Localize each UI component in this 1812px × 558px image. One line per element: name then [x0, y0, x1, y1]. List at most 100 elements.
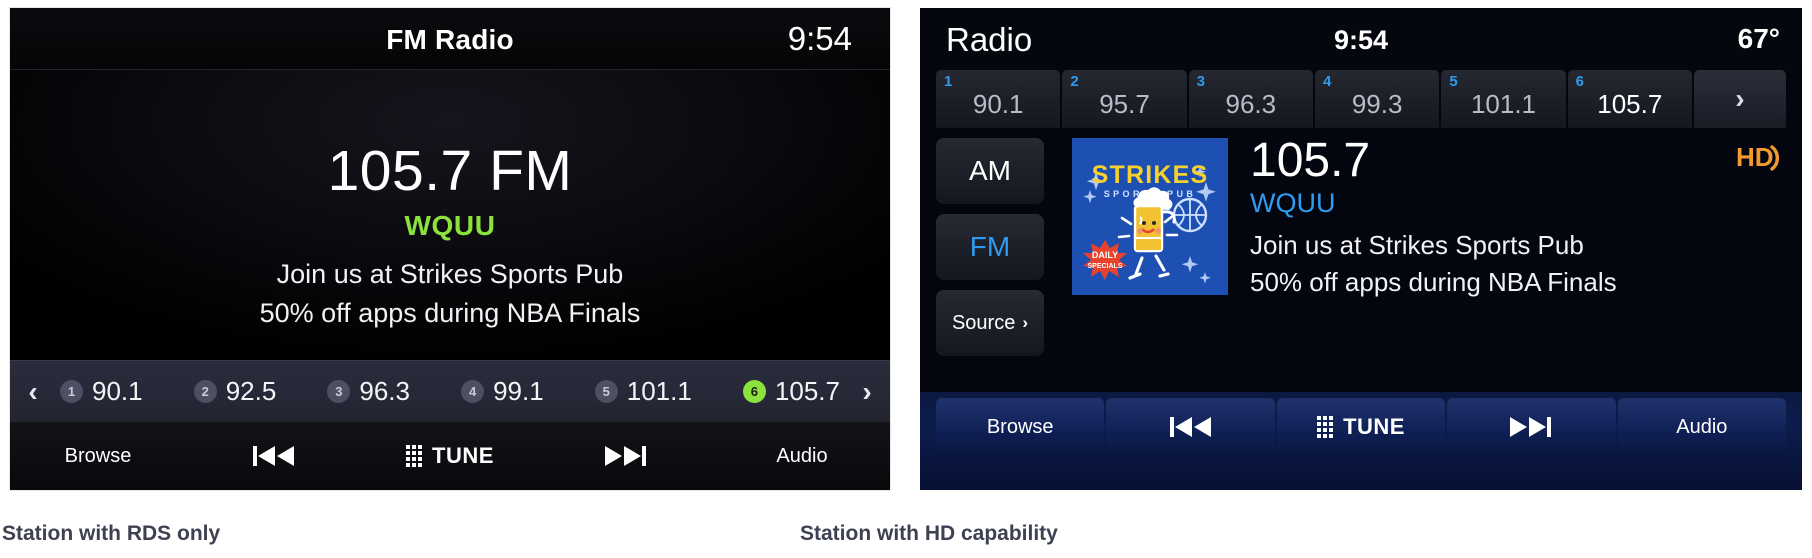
caption-left: Station with RDS only: [2, 522, 221, 545]
hd-radio-screen: Radio 9:54 67° 1 90.1 2 95.7 3 96.3 4 99.3 5 101.…: [920, 8, 1802, 490]
rds-radio-screen: FM Radio 9:54 105.7 FM WQUU Join us at S…: [10, 8, 890, 490]
next-button[interactable]: [538, 422, 714, 490]
clock: 9:54: [787, 20, 852, 57]
temperature-display: 67°: [1737, 23, 1780, 54]
preset-next-page-button[interactable]: ›: [1693, 70, 1786, 128]
am-label: AM: [969, 155, 1011, 186]
preset-button[interactable]: 4 99.3: [1314, 70, 1440, 128]
keypad-grid-icon: [1317, 416, 1334, 438]
skip-back-icon: [253, 446, 294, 466]
album-art-image: STRIKES SPORTS PUB DAILY SPECIALS: [1072, 138, 1228, 295]
svg-text:DAILY: DAILY: [1092, 250, 1118, 260]
preset-button[interactable]: 2 95.7: [1062, 70, 1187, 128]
browse-label: Browse: [986, 415, 1054, 438]
rds-text-line-1: Join us at Strikes Sports Pub: [276, 259, 624, 289]
album-art[interactable]: STRIKES SPORTS PUB DAILY SPECIALS: [1072, 138, 1228, 295]
preset-frequency: 99.3: [1351, 89, 1403, 119]
preset-button[interactable]: 4 99.1: [461, 376, 544, 407]
frequency-display: 105.7 FM: [327, 139, 573, 203]
preset-frequency: 105.7: [774, 376, 840, 406]
rds-text-line-2: 50% off apps during NBA Finals: [1250, 267, 1617, 298]
hd-radio-icon: HD: [1736, 142, 1779, 172]
skip-forward-icon: [1510, 417, 1552, 437]
right-now-playing: AM FM Source › STRIKES SPORTS PUB DAILY …: [920, 128, 1802, 418]
chevron-right-icon[interactable]: ›: [844, 377, 890, 406]
audio-label: Audio: [776, 444, 828, 467]
preset-number: 1: [60, 380, 83, 403]
audio-button[interactable]: Audio: [714, 422, 890, 490]
previous-button[interactable]: [1106, 398, 1275, 456]
source-button[interactable]: Source ›: [936, 290, 1044, 356]
page-title: FM Radio: [386, 24, 514, 55]
next-button[interactable]: [1447, 398, 1616, 456]
preset-frequency: 92.5: [225, 376, 277, 406]
chevron-left-icon[interactable]: ‹: [10, 377, 56, 406]
browse-button[interactable]: Browse: [936, 398, 1105, 456]
left-header-bar: FM Radio 9:54: [10, 8, 890, 70]
preset-frequency: 90.1: [92, 376, 143, 406]
preset-frequency: 90.1: [972, 89, 1024, 119]
band-selector: AM FM Source ›: [936, 138, 1044, 366]
svg-text:STRIKES: STRIKES: [1092, 161, 1209, 189]
preset-number: 3: [1196, 73, 1205, 90]
preset-number: 3: [327, 380, 351, 403]
preset-frequency: 101.1: [626, 376, 692, 406]
source-label: Source: [951, 311, 1016, 334]
preset-number: 5: [1449, 73, 1458, 90]
preset-button[interactable]: 3 96.3: [1188, 70, 1313, 128]
skip-forward-icon: [605, 446, 646, 466]
preset-frequency: 101.1: [1470, 89, 1537, 119]
left-footer-bar: Browse TUNE Audio: [10, 422, 890, 490]
audio-button[interactable]: Audio: [1617, 398, 1787, 456]
right-preset-bar: 1 90.1 2 95.7 3 96.3 4 99.3 5 101.1 6 105.7 ›: [920, 70, 1802, 128]
fm-label: FM: [969, 231, 1011, 262]
rds-text-line-2: 50% off apps during NBA Finals: [259, 298, 641, 329]
preset-button[interactable]: 3 96.3: [327, 376, 410, 407]
preset-number: 4: [1322, 73, 1332, 90]
preset-frequency: 96.3: [1225, 89, 1277, 119]
preset-number: 2: [1070, 73, 1079, 90]
am-button[interactable]: AM: [936, 138, 1044, 204]
comparison-figure: FM Radio 9:54 105.7 FM WQUU Join us at S…: [0, 0, 1812, 558]
station-info: 105.7 WQUU Join us at Strikes Sports Pub…: [1250, 134, 1716, 301]
preset-frequency: 99.1: [493, 376, 544, 406]
preset-number: 2: [193, 380, 217, 403]
right-footer-bar: Browse TUNE Audio: [920, 392, 1802, 490]
preset-button[interactable]: 5 101.1: [594, 376, 692, 407]
preset-number: 5: [594, 380, 618, 403]
preset-button[interactable]: 1 90.1: [936, 70, 1061, 128]
tune-button[interactable]: TUNE: [362, 422, 538, 490]
left-preset-list: 1 90.1 2 92.5 3 96.3 4 99.1 5 101.1 6 105.7: [56, 376, 844, 407]
right-header-bar: Radio 9:54 67°: [920, 8, 1802, 70]
svg-text:HD: HD: [1736, 142, 1774, 172]
preset-button[interactable]: 6 105.7: [1567, 70, 1692, 128]
browse-button[interactable]: Browse: [10, 422, 186, 490]
preset-button[interactable]: 1 90.1: [60, 376, 143, 407]
preset-frequency: 95.7: [1099, 89, 1150, 119]
caption-right: Station with HD capability: [800, 522, 1058, 545]
call-sign: WQUU: [404, 210, 496, 241]
preset-number: 6: [1575, 73, 1584, 90]
tune-label: TUNE: [1343, 414, 1405, 439]
audio-label: Audio: [1676, 415, 1728, 438]
tune-button[interactable]: TUNE: [1276, 398, 1446, 456]
preset-button[interactable]: 5 101.1: [1441, 70, 1566, 128]
preset-frequency: 105.7: [1597, 89, 1663, 119]
preset-button[interactable]: 2 92.5: [193, 376, 277, 407]
left-preset-bar: ‹ 1 90.1 2 92.5 3 96.3 4 99.1 5 101.1 6 105.7 ›: [10, 360, 890, 422]
left-now-playing: 105.7 FM WQUU Join us at Strikes Sports …: [10, 70, 890, 360]
hd-radio-badge: HD: [1736, 138, 1788, 178]
skip-back-icon: [1169, 417, 1211, 437]
frequency-display: 105.7: [1250, 134, 1371, 187]
preset-button[interactable]: 6 105.7: [742, 376, 840, 407]
keypad-grid-icon: [406, 445, 423, 467]
previous-button[interactable]: [186, 422, 362, 490]
fm-button[interactable]: FM: [936, 214, 1044, 280]
chevron-right-icon: ›: [1022, 313, 1029, 332]
call-sign: WQUU: [1250, 188, 1336, 219]
rds-text-line-1: Join us at Strikes Sports Pub: [1250, 230, 1584, 261]
preset-number: 6: [742, 380, 766, 403]
browse-label: Browse: [64, 444, 132, 467]
preset-frequency: 96.3: [359, 376, 410, 406]
svg-text:SPECIALS: SPECIALS: [1087, 263, 1122, 270]
